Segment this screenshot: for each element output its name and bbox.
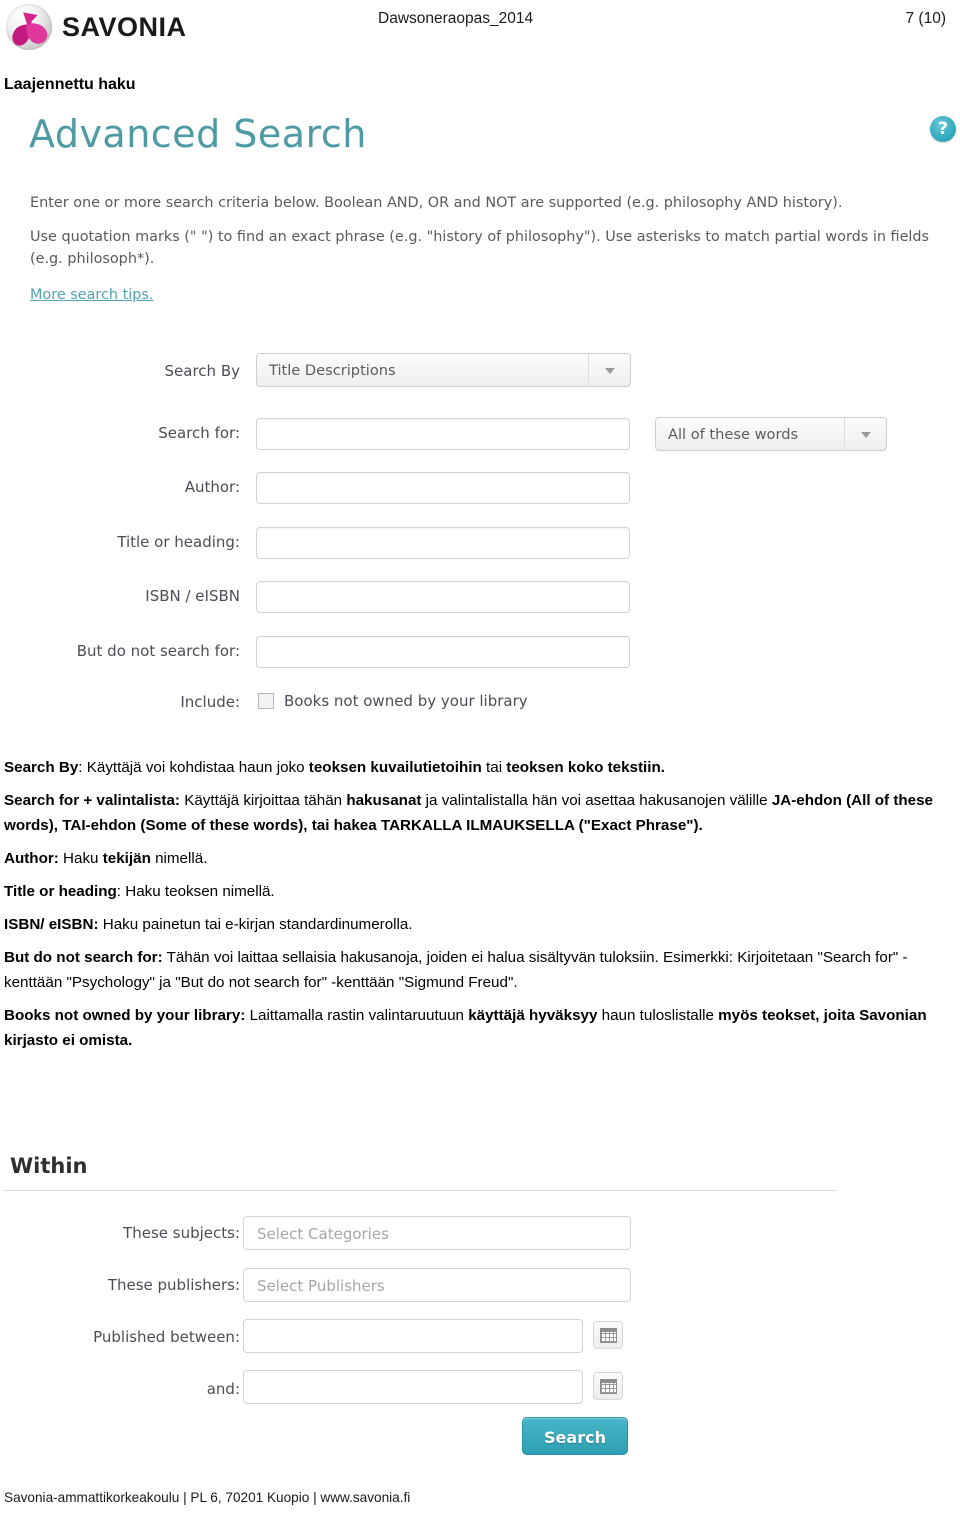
page-header: SAVONIA Dawsoneraopas_2014 7 (10) bbox=[0, 0, 960, 58]
exclude-input[interactable] bbox=[256, 636, 630, 668]
search-by-label: Search By bbox=[164, 362, 240, 380]
published-between-calendar-button[interactable] bbox=[593, 1321, 623, 1349]
search-for-input[interactable] bbox=[256, 418, 630, 450]
explanatory-paragraph: Title or heading: Haku teoksen nimellä. bbox=[4, 880, 954, 905]
page-number: 7 (10) bbox=[905, 10, 947, 27]
include-label: Include: bbox=[180, 693, 240, 711]
and-label: and: bbox=[206, 1380, 240, 1398]
text-run-bold: hakusanat bbox=[346, 792, 422, 810]
published-between-label: Published between: bbox=[93, 1328, 240, 1346]
and-input[interactable] bbox=[243, 1370, 583, 1404]
these-subjects-label: These subjects: bbox=[123, 1224, 240, 1242]
text-run: Haku bbox=[58, 849, 103, 867]
text-run: nimellä. bbox=[150, 849, 208, 867]
text-run: : Käyttäjä voi kohdistaa haun joko bbox=[78, 759, 309, 776]
published-between-input[interactable] bbox=[243, 1319, 583, 1353]
text-run-bold: ISBN/ eISBN: bbox=[4, 916, 99, 934]
author-label: Author: bbox=[184, 478, 240, 496]
text-run-bold: Search for + valintalista: bbox=[4, 792, 180, 810]
explanatory-paragraph: Author: Haku tekijän nimellä. bbox=[4, 847, 954, 872]
these-publishers-label: These publishers: bbox=[107, 1276, 240, 1294]
match-mode-select[interactable]: All of these words bbox=[655, 417, 887, 451]
exclude-label: But do not search for: bbox=[76, 642, 240, 660]
text-run: Käyttäjä kirjoittaa tähän bbox=[180, 792, 347, 810]
explanatory-text: Search By: Käyttäjä voi kohdistaa haun j… bbox=[4, 756, 954, 1062]
books-not-owned-checkbox[interactable] bbox=[258, 693, 274, 709]
these-publishers-input[interactable]: Select Publishers bbox=[243, 1268, 631, 1302]
within-screenshot: Within These subjects: Select Categories… bbox=[0, 1148, 960, 1468]
help-icon[interactable]: ? bbox=[930, 116, 956, 142]
explanatory-paragraph: Search for + valintalista: Käyttäjä kirj… bbox=[4, 789, 954, 838]
text-run: : Haku teoksen nimellä. bbox=[116, 883, 275, 900]
title-or-heading-label: Title or heading: bbox=[117, 533, 240, 551]
savonia-logo: SAVONIA bbox=[6, 4, 187, 50]
explanatory-paragraph: Books not owned by your library: Laittam… bbox=[4, 1004, 954, 1053]
text-run-bold: But do not search for: bbox=[4, 949, 163, 967]
logo-wordmark: SAVONIA bbox=[62, 11, 187, 42]
calendar-icon bbox=[600, 1328, 617, 1343]
calendar-icon bbox=[600, 1379, 617, 1394]
text-run: haun tuloslistalle bbox=[597, 1007, 719, 1024]
select-divider bbox=[588, 354, 589, 386]
search-by-selected-value: Title Descriptions bbox=[269, 362, 396, 379]
title-or-heading-input[interactable] bbox=[256, 527, 630, 559]
these-subjects-placeholder: Select Categories bbox=[257, 1225, 389, 1243]
page-footer: Savonia-ammattikorkeakoulu | PL 6, 70201… bbox=[4, 1490, 411, 1505]
text-run: ja valintalistalla hän voi asettaa hakus… bbox=[421, 792, 772, 810]
intro-text-line-2: Use quotation marks (" ") to find an exa… bbox=[30, 229, 930, 268]
and-calendar-button[interactable] bbox=[593, 1372, 623, 1400]
explanatory-paragraph: ISBN/ eISBN: Haku painetun tai e-kirjan … bbox=[4, 913, 954, 938]
chevron-down-icon bbox=[605, 368, 615, 374]
isbn-label: ISBN / eISBN bbox=[145, 587, 240, 605]
text-run-bold: teoksen kuvailutietoihin bbox=[308, 759, 482, 776]
advanced-search-screenshot: Advanced Search ? Enter one or more sear… bbox=[0, 104, 960, 729]
match-mode-selected-value: All of these words bbox=[668, 426, 799, 443]
search-button[interactable]: Search bbox=[522, 1417, 628, 1455]
search-for-label: Search for: bbox=[158, 424, 240, 442]
text-run: Haku painetun tai e-kirjan standardinume… bbox=[98, 916, 413, 934]
author-input[interactable] bbox=[256, 472, 630, 504]
text-run-bold: Title or heading bbox=[4, 883, 117, 900]
select-divider bbox=[844, 418, 845, 450]
books-not-owned-checkbox-label[interactable]: Books not owned by your library bbox=[284, 692, 528, 710]
more-search-tips-link[interactable]: More search tips. bbox=[30, 287, 153, 303]
isbn-input[interactable] bbox=[256, 581, 630, 613]
search-by-select[interactable]: Title Descriptions bbox=[256, 353, 631, 387]
within-divider bbox=[4, 1190, 836, 1191]
explanatory-paragraph: Search By: Käyttäjä voi kohdistaa haun j… bbox=[4, 756, 954, 781]
these-subjects-input[interactable]: Select Categories bbox=[243, 1216, 631, 1250]
advanced-search-title: Advanced Search bbox=[29, 112, 367, 156]
chevron-down-icon bbox=[861, 432, 871, 438]
these-publishers-placeholder: Select Publishers bbox=[257, 1277, 385, 1295]
text-run-bold: tekijän bbox=[102, 849, 151, 867]
text-run-bold: teoksen koko tekstiin. bbox=[506, 759, 665, 776]
text-run-bold: Books not owned by your library: bbox=[4, 1007, 246, 1024]
text-run-bold: Search By bbox=[4, 759, 79, 776]
explanatory-paragraph: But do not search for: Tähän voi laittaa… bbox=[4, 946, 954, 995]
document-title: Dawsoneraopas_2014 bbox=[378, 10, 534, 27]
savonia-flower-icon bbox=[6, 4, 52, 50]
text-run-bold: Author: bbox=[4, 849, 59, 867]
intro-text-line-1: Enter one or more search criteria below.… bbox=[30, 195, 843, 211]
text-run-bold: käyttäjä hyväksyy bbox=[468, 1007, 598, 1024]
text-run: Laittamalla rastin valintaruutuun bbox=[245, 1007, 469, 1024]
within-title: Within bbox=[10, 1154, 88, 1178]
page-title: Laajennettu haku bbox=[4, 76, 136, 93]
text-run: tai bbox=[481, 759, 507, 776]
search-button-label: Search bbox=[544, 1428, 606, 1447]
